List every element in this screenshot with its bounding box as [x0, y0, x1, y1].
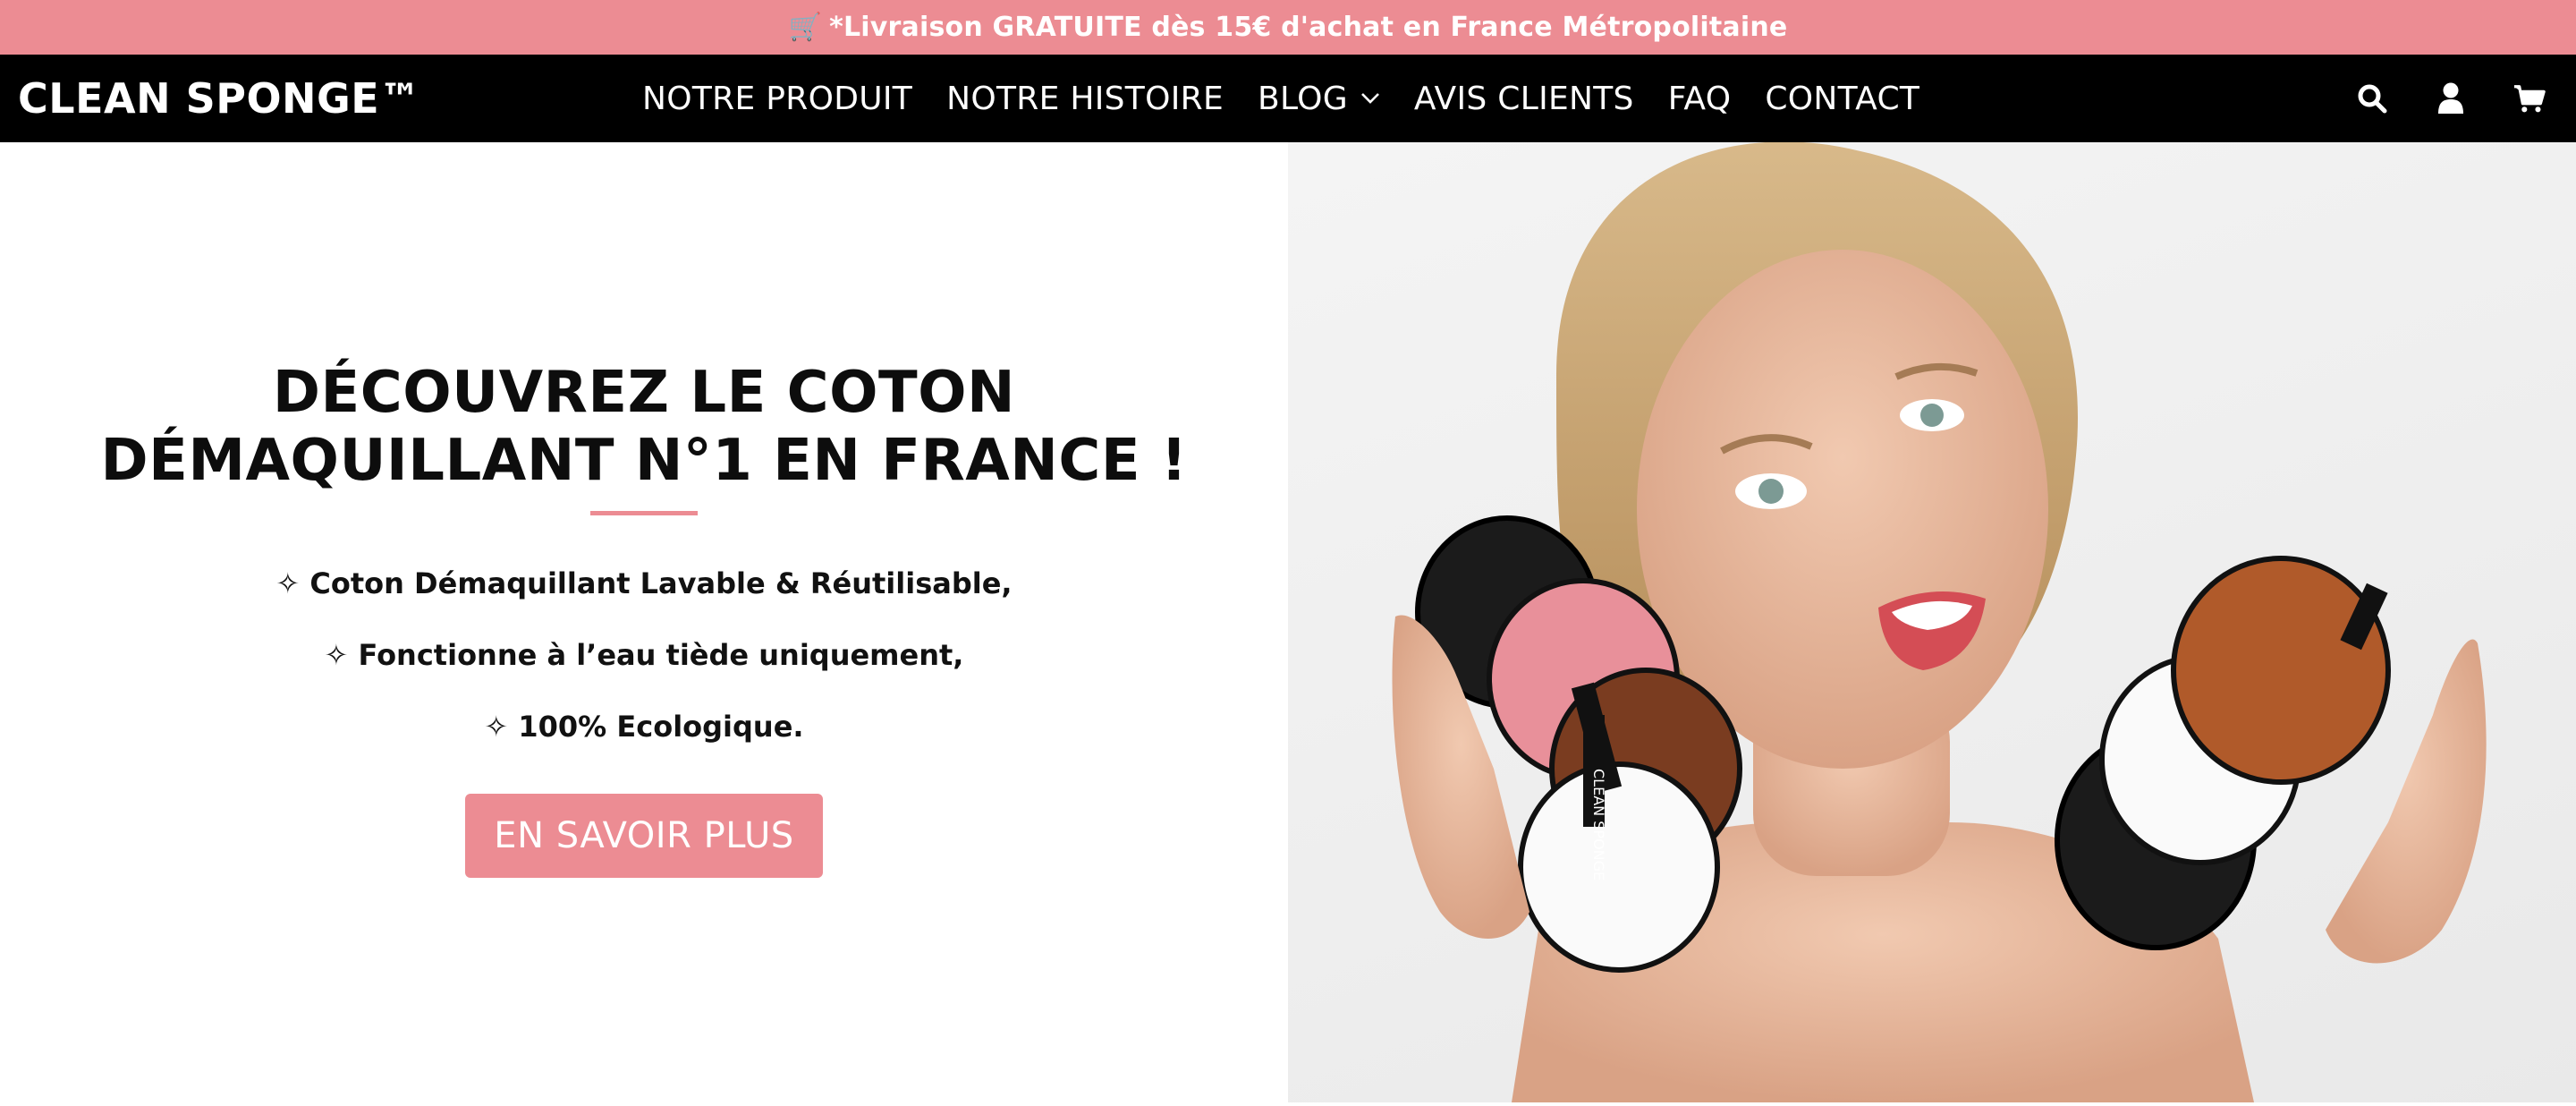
nav-item-blog-label: BLOG: [1258, 80, 1348, 117]
shopping-cart-icon: 🛒: [788, 12, 823, 43]
nav-item-faq[interactable]: FAQ: [1668, 81, 1732, 117]
cart-icon[interactable]: [2513, 82, 2546, 115]
nav-item-notre-produit[interactable]: NOTRE PRODUIT: [642, 81, 912, 117]
nav-item-blog[interactable]: BLOG: [1258, 81, 1380, 117]
account-icon[interactable]: [2435, 82, 2467, 115]
nav-item-avis-clients[interactable]: AVIS CLIENTS: [1414, 81, 1634, 117]
nav-item-notre-histoire[interactable]: NOTRE HISTOIRE: [946, 81, 1224, 117]
site-logo[interactable]: CLEAN SPONGE™: [18, 55, 421, 142]
announcement-bar: 🛒 *Livraison GRATUITE dès 15€ d'achat en…: [0, 0, 2576, 55]
hero-section: DÉCOUVREZ LE COTON DÉMAQUILLANT N°1 EN F…: [0, 142, 1288, 1102]
main-menu: NOTRE PRODUIT NOTRE HISTOIRE BLOG AVIS C…: [642, 55, 1919, 142]
header-icons: [2356, 55, 2546, 142]
feature-item-reusable: ✧ Coton Démaquillant Lavable & Réutilisa…: [275, 566, 1013, 600]
title-divider: [590, 511, 698, 515]
announcement-text: *Livraison GRATUITE dès 15€ d'achat en F…: [829, 12, 1788, 43]
hero-title: DÉCOUVREZ LE COTON DÉMAQUILLANT N°1 EN F…: [0, 359, 1288, 495]
pad-label-left: CLEAN SPONGE: [1590, 769, 1607, 881]
nav-item-contact[interactable]: CONTACT: [1765, 81, 1919, 117]
feature-item-ecologic: ✧ 100% Ecologique.: [484, 710, 804, 744]
hero-title-line1: DÉCOUVREZ LE COTON: [272, 360, 1016, 426]
photo-illustration: CLEAN SPONGE: [1392, 142, 2487, 1102]
hero-product-photo: CLEAN SPONGE: [1288, 142, 2576, 1102]
chevron-down-icon: [1360, 92, 1380, 105]
feature-item-warm-water: ✧ Fonctionne à l’eau tiède uniquement,: [324, 638, 964, 672]
learn-more-button[interactable]: EN SAVOIR PLUS: [465, 794, 823, 878]
main-navbar: CLEAN SPONGE™ NOTRE PRODUIT NOTRE HISTOI…: [0, 55, 2576, 142]
search-icon[interactable]: [2356, 82, 2388, 115]
hero-title-line2: DÉMAQUILLANT N°1 EN FRANCE !: [100, 428, 1188, 494]
